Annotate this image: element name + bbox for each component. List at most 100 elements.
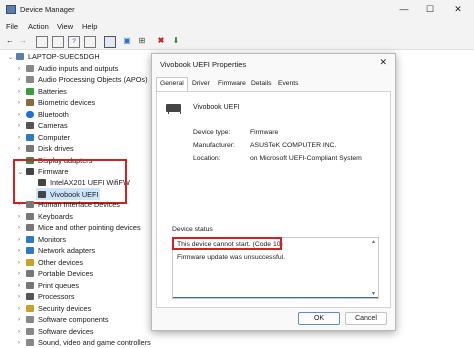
status-line-2: Firmware update was unsuccessful. [177,254,286,261]
tree-item-cameras[interactable]: Cameras [26,120,68,131]
tree-item-print-queues[interactable]: Print queues [26,280,79,291]
scan-hardware-icon[interactable] [104,36,116,48]
mouse-icon [26,224,34,231]
maximize-button[interactable]: ☐ [418,2,442,17]
enable-device-icon[interactable]: ⬇ [171,36,181,46]
menu-action[interactable]: Action [28,22,49,31]
expand-icon[interactable]: › [18,112,20,118]
tree-item-hid[interactable]: Human Interface Devices [26,199,120,210]
expand-icon[interactable]: › [18,214,20,220]
expand-icon[interactable]: › [18,329,20,335]
tree-item-other-devices[interactable]: Other devices [26,257,83,268]
location-value: on Microsoft UEFI-Compliant System [250,155,362,162]
tab-general[interactable]: General [156,77,188,92]
monitor-icon[interactable]: ▣ [122,36,132,46]
menu-file[interactable]: File [6,22,18,31]
security-key-icon [26,305,34,312]
expand-icon[interactable]: › [18,294,20,300]
tree-root[interactable]: LAPTOP-SUEC5DGH [16,51,100,62]
toolbar: ← → ? ▣ ⊞ ✖ ⬇ [0,34,474,50]
device-status-label: Device status [172,226,213,233]
expand-icon[interactable]: › [18,225,20,231]
bluetooth-icon [26,111,34,118]
update-driver-icon[interactable] [84,36,96,48]
cancel-button[interactable]: Cancel [345,312,387,325]
computer-icon [26,134,34,141]
expand-icon[interactable]: › [18,202,20,208]
tab-firmware[interactable]: Firmware [215,78,249,90]
back-icon[interactable]: ← [5,36,15,46]
tree-item-bluetooth[interactable]: Bluetooth [26,109,69,120]
tab-driver[interactable]: Driver [189,78,213,90]
device-type-label: Device type: [193,129,231,136]
tree-item-security-devices[interactable]: Security devices [26,303,91,314]
general-tab-panel: Vivobook UEFI Device type: Firmware Manu… [156,91,391,308]
tree-item-computer[interactable]: Computer [26,132,70,143]
help-icon[interactable]: ? [68,36,80,48]
scroll-up-icon[interactable]: ▲ [371,239,376,245]
fingerprint-icon [26,99,34,106]
tree-item-processors[interactable]: Processors [26,291,75,302]
software-component-icon [26,316,34,323]
tree-item-software-devices[interactable]: Software devices [26,326,94,337]
expand-icon[interactable]: › [18,271,20,277]
tree-item-sound-video[interactable]: Sound, video and game controllers [26,337,151,348]
manufacturer-value: ASUSTeK COMPUTER INC. [250,142,337,149]
tree-item-software-components[interactable]: Software components [26,314,109,325]
hid-icon [26,201,34,208]
chip-icon [166,104,181,114]
tree-item-audio-inputs[interactable]: Audio inputs and outputs [26,63,118,74]
expand-icon[interactable]: › [18,237,20,243]
close-button[interactable]: ✕ [446,2,470,17]
ok-button[interactable]: OK [298,312,340,325]
tree-item-keyboards[interactable]: Keyboards [26,211,73,222]
keyboard-icon [26,213,34,220]
device-name: Vivobook UEFI [193,104,240,111]
printer-icon [26,282,34,289]
menu-view[interactable]: View [57,22,73,31]
location-label: Location: [193,155,221,162]
expand-icon[interactable]: › [18,89,20,95]
tab-events[interactable]: Events [275,78,301,90]
tree-item-biometric[interactable]: Biometric devices [26,97,95,108]
expand-icon[interactable]: › [18,146,20,152]
dialog-title: Vivobook UEFI Properties [160,60,247,69]
minimize-button[interactable]: — [392,2,416,17]
processor-icon [26,293,34,300]
tree-item-apos[interactable]: Audio Processing Objects (APOs) [26,74,148,85]
expand-icon[interactable]: › [18,317,20,323]
expand-icon[interactable]: › [18,340,20,346]
network-icon [26,247,34,254]
menu-help[interactable]: Help [82,22,97,31]
forward-icon[interactable]: → [18,36,28,46]
tree-item-portable-devices[interactable]: Portable Devices [26,268,93,279]
tab-details[interactable]: Details [248,78,274,90]
tree-item-mice[interactable]: Mice and other pointing devices [26,222,141,233]
expand-icon[interactable]: › [18,100,20,106]
monitor-icon [26,236,34,243]
error-code-highlight-box [172,237,282,250]
expand-icon[interactable]: › [18,135,20,141]
tree-item-monitors[interactable]: Monitors [26,234,66,245]
view-icon[interactable] [52,36,64,48]
status-scrollbar[interactable]: ▲ ▼ [371,239,377,297]
properties-icon[interactable] [36,36,48,48]
tree-item-batteries[interactable]: Batteries [26,86,67,97]
expand-icon[interactable]: › [18,260,20,266]
collapse-root-icon[interactable]: ⌄ [8,54,13,61]
add-hardware-icon[interactable]: ⊞ [137,36,147,46]
expand-icon[interactable]: › [18,77,20,83]
device-type-value: Firmware [250,129,279,136]
portable-device-icon [26,270,34,277]
battery-icon [26,88,34,95]
expand-icon[interactable]: › [18,306,20,312]
expand-icon[interactable]: › [18,66,20,72]
tree-item-network-adapters[interactable]: Network adapters [26,245,95,256]
uninstall-icon[interactable]: ✖ [156,36,166,46]
expand-icon[interactable]: › [18,283,20,289]
tree-item-disk-drives[interactable]: Disk drives [26,143,74,154]
camera-icon [26,122,34,129]
expand-icon[interactable]: › [18,123,20,129]
expand-icon[interactable]: › [18,248,20,254]
dialog-close-button[interactable]: ✕ [379,57,387,68]
